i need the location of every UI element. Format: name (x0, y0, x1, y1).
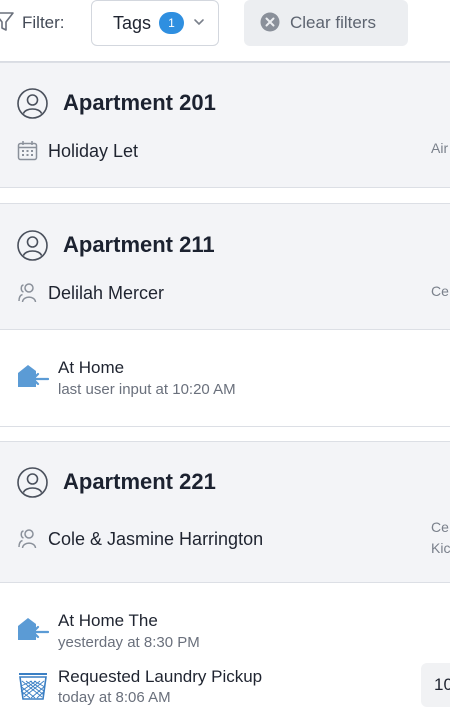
event-subtitle: yesterday at 8:30 PM (58, 634, 200, 651)
time-chip[interactable]: 10 (421, 663, 450, 707)
apartment-title: Apartment 201 (63, 90, 216, 115)
event-title: At Home The (58, 611, 158, 630)
people-icon (18, 283, 37, 303)
divider (0, 426, 450, 427)
event-title: At Home (58, 358, 125, 377)
apartment-title: Apartment 211 (63, 232, 215, 257)
event-row[interactable]: At Home last user input at 10:20 AM (0, 330, 450, 426)
time-chip-label: 10 (434, 675, 450, 694)
clear-filters-label: Clear filters (290, 13, 376, 32)
tags-count-badge: 1 (159, 12, 184, 34)
calendar-icon (17, 141, 38, 161)
tags-filter-button[interactable]: Tags 1 (91, 0, 219, 46)
user-circle-icon (17, 230, 48, 261)
filter-bar: Filter: Tags 1 Clear filters (0, 0, 450, 62)
filter-icon (0, 12, 14, 31)
event-subtitle: last user input at 10:20 AM (58, 381, 236, 398)
people-icon (18, 529, 37, 549)
user-circle-icon (17, 467, 48, 498)
chevron-down-icon (194, 19, 204, 26)
apartment-section[interactable]: Apartment 221 Cole & Jasmine Harrington … (0, 441, 450, 583)
user-circle-icon (17, 88, 48, 119)
event-row[interactable]: Requested Laundry Pickup today at 8:06 A… (0, 654, 450, 714)
home-arrival-icon (18, 365, 49, 387)
filter-label: Filter: (22, 13, 65, 32)
clear-icon (260, 12, 280, 32)
apartment-side-text: Ce (431, 519, 449, 535)
event-subtitle: today at 8:06 AM (58, 689, 171, 706)
event-row[interactable]: At Home The yesterday at 8:30 PM (0, 598, 450, 654)
apartment-section[interactable]: Apartment 201 Holiday Let Air (0, 62, 450, 188)
apartment-section[interactable]: Apartment 211 Delilah Mercer Ce (0, 203, 450, 330)
apartment-row-label: Delilah Mercer (48, 283, 165, 303)
laundry-basket-icon (19, 673, 47, 700)
event-title: Requested Laundry Pickup (58, 667, 263, 686)
apartment-row-label: Cole & Jasmine Harrington (48, 529, 264, 549)
apartment-side-text: Ce (431, 283, 449, 299)
apartment-row-label: Holiday Let (48, 141, 139, 161)
apartment-title: Apartment 221 (63, 469, 216, 494)
home-arrival-icon (18, 618, 49, 640)
tags-label: Tags (113, 13, 152, 33)
apartment-side-text: Kic (431, 540, 450, 556)
apartment-side-text: Air (431, 140, 449, 156)
clear-filters-button[interactable]: Clear filters (244, 0, 408, 46)
